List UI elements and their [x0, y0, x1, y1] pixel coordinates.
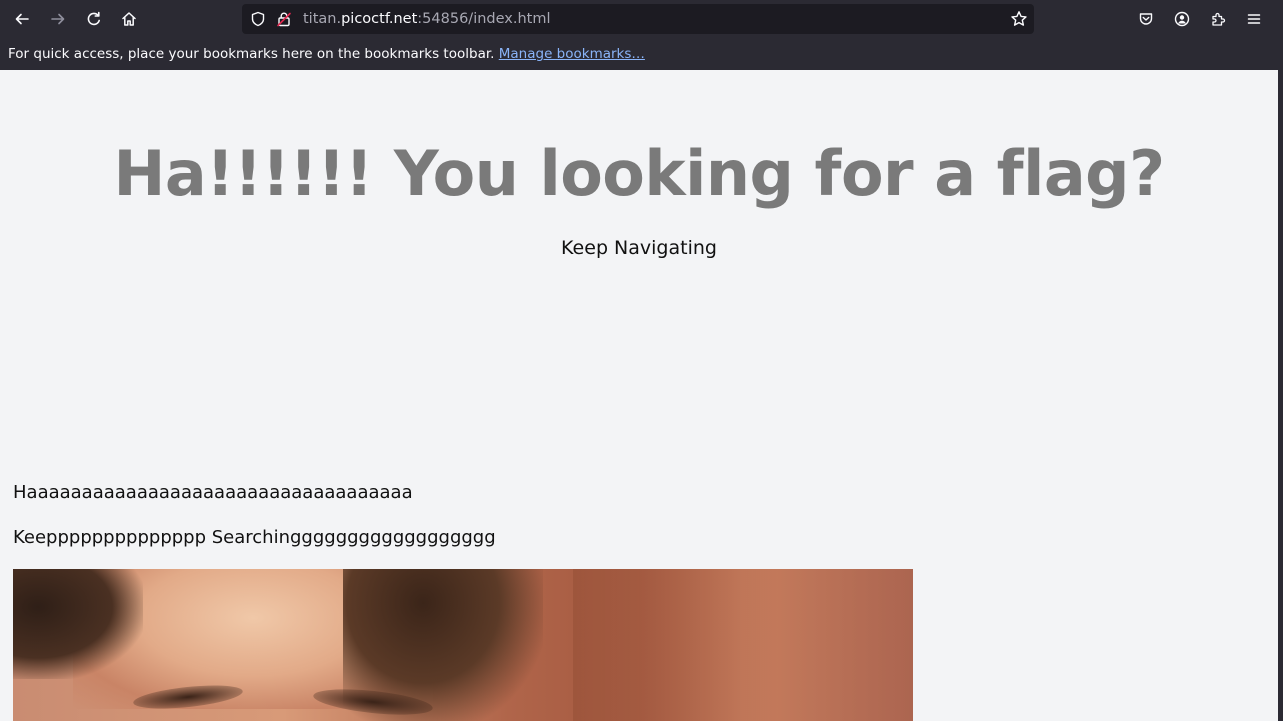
page-subheading: Keep Navigating [561, 237, 717, 259]
address-bar[interactable]: titan.picoctf.net:54856/index.html [242, 4, 1034, 34]
window-edge [1278, 70, 1283, 721]
manage-bookmarks-link[interactable]: Manage bookmarks… [499, 46, 645, 62]
pocket-button[interactable] [1131, 4, 1161, 34]
back-arrow-icon [15, 13, 29, 25]
bookmarks-empty-message: For quick access, place your bookmarks h… [8, 46, 495, 62]
page-content: Ha!!!!!! You looking for a flag? Keep Na… [0, 70, 1278, 721]
extensions-button[interactable] [1203, 4, 1233, 34]
photo-hair-left [13, 569, 143, 679]
insecure-lock-icon[interactable] [276, 11, 292, 27]
hamburger-menu-icon [1247, 14, 1261, 24]
page-headline: Ha!!!!!! You looking for a flag? [113, 137, 1165, 210]
bookmarks-toolbar: For quick access, place your bookmarks h… [0, 38, 1283, 70]
bookmark-star-icon[interactable] [1010, 10, 1028, 28]
reload-icon [87, 11, 100, 26]
page-paragraph-haaa: Haaaaaaaaaaaaaaaaaaaaaaaaaaaaaaaaaaa [13, 482, 413, 503]
home-icon [122, 12, 136, 26]
tracking-protection-shield-icon[interactable] [250, 11, 266, 27]
account-button[interactable] [1167, 4, 1197, 34]
forward-arrow-icon [51, 13, 65, 25]
reload-button[interactable] [79, 4, 109, 34]
face-photo [13, 569, 913, 721]
url-domain: picoctf.net [341, 11, 418, 27]
account-icon [1174, 11, 1190, 27]
app-menu-button[interactable] [1239, 4, 1269, 34]
photo-background [573, 569, 913, 721]
home-button[interactable] [114, 4, 144, 34]
url-text[interactable]: titan.picoctf.net:54856/index.html [303, 10, 551, 28]
navigation-toolbar: titan.picoctf.net:54856/index.html [0, 0, 1283, 38]
url-prefix: titan. [303, 11, 342, 27]
forward-button[interactable] [43, 4, 73, 34]
back-button[interactable] [7, 4, 37, 34]
puzzle-extensions-icon [1212, 12, 1226, 26]
url-suffix: :54856/index.html [417, 11, 551, 27]
pocket-icon [1139, 13, 1153, 25]
browser-chrome: titan.picoctf.net:54856/index.html For q… [0, 0, 1283, 70]
page-paragraph-keep-searching: Keepppppppppppppp Searchingggggggggggggg… [13, 527, 496, 548]
